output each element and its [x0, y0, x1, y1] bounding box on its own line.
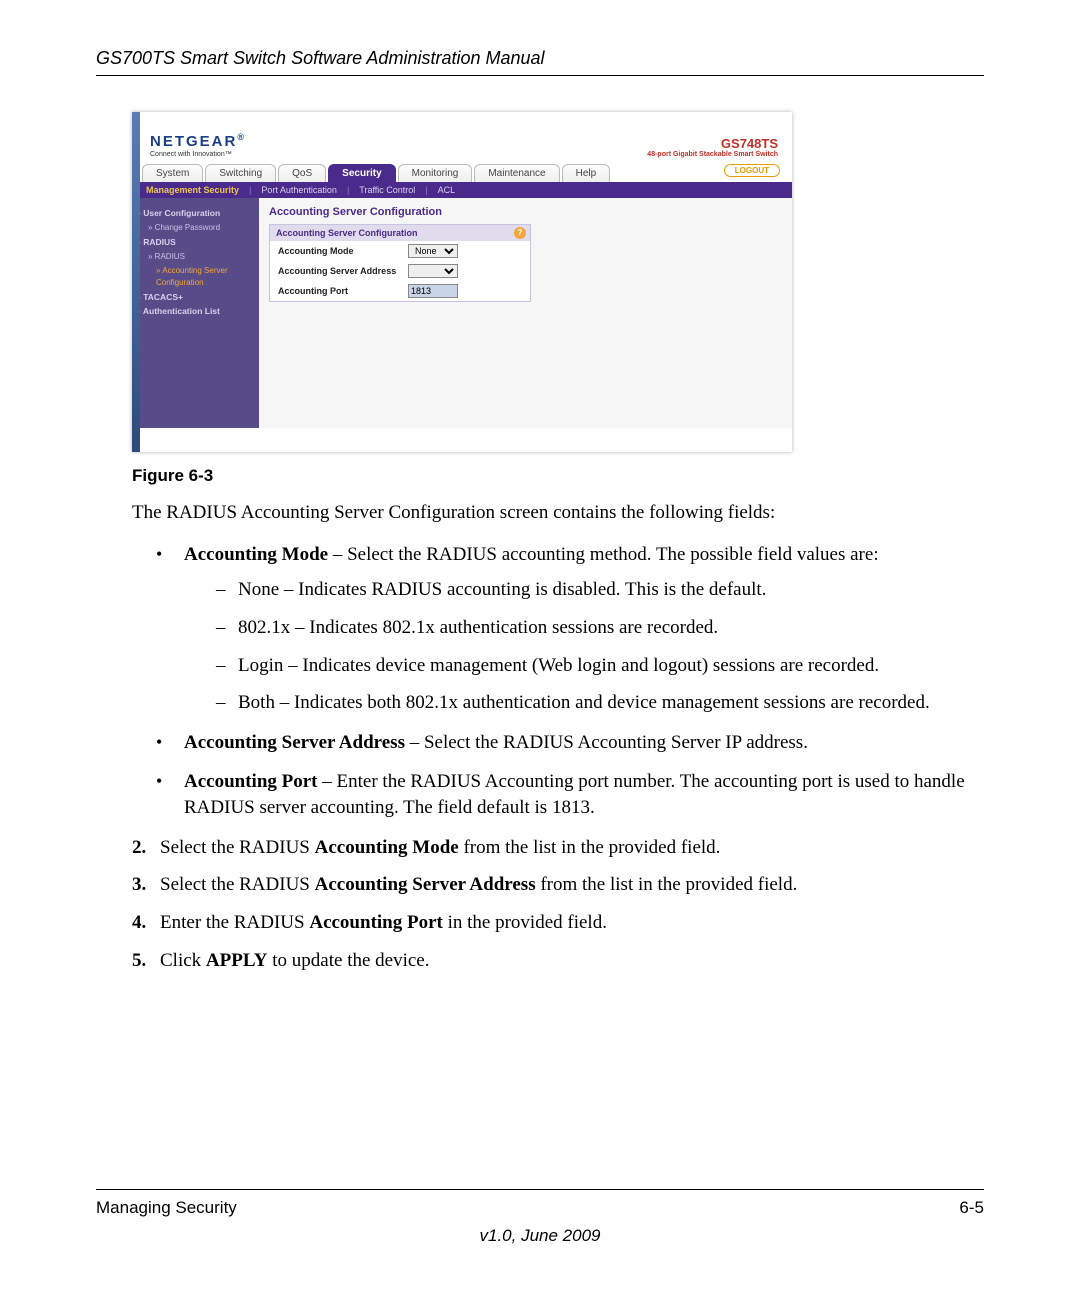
tab-maintenance[interactable]: Maintenance — [474, 164, 559, 182]
subnav-acl[interactable]: ACL — [438, 185, 456, 195]
step-list: 2.Select the RADIUS Accounting Mode from… — [132, 835, 984, 974]
main-tabs: System Switching QoS Security Monitoring… — [132, 164, 792, 182]
sidebar: › User Configuration » Change Password ›… — [132, 198, 259, 428]
step-4: 4.Enter the RADIUS Accounting Port in th… — [132, 910, 984, 936]
sub-8021x: 802.1x – Indicates 802.1x authentication… — [216, 615, 984, 641]
page-footer: Managing Security 6-5 v1.0, June 2009 — [96, 1189, 984, 1246]
footer-section: Managing Security — [96, 1198, 237, 1218]
subnav-mgmt-security[interactable]: Management Security — [146, 185, 239, 195]
sidebar-radius[interactable]: » RADIUS — [138, 250, 253, 264]
step-3: 3.Select the RADIUS Accounting Server Ad… — [132, 872, 984, 898]
intro-paragraph: The RADIUS Accounting Server Configurati… — [132, 500, 984, 526]
subnav-traffic-control[interactable]: Traffic Control — [359, 185, 415, 195]
sidebar-auth-list[interactable]: › Authentication List — [138, 304, 253, 319]
page-header: GS700TS Smart Switch Software Administra… — [96, 48, 984, 76]
panel-header: Accounting Server Configuration ? — [270, 225, 530, 241]
step-2: 2.Select the RADIUS Accounting Mode from… — [132, 835, 984, 861]
footer-page-num: 6-5 — [959, 1198, 984, 1218]
edge-strip — [132, 112, 140, 452]
config-panel: Accounting Server Configuration ? Accoun… — [269, 224, 531, 302]
tab-monitoring[interactable]: Monitoring — [398, 164, 473, 182]
sub-none: None – Indicates RADIUS accounting is di… — [216, 577, 984, 603]
input-accounting-port[interactable] — [408, 284, 458, 298]
sidebar-acct-server-config[interactable]: » Accounting Server Configuration — [138, 264, 253, 290]
sub-login: Login – Indicates device management (Web… — [216, 653, 984, 679]
tab-help[interactable]: Help — [562, 164, 611, 182]
tab-switching[interactable]: Switching — [205, 164, 276, 182]
select-accounting-mode[interactable]: None — [408, 244, 458, 258]
sidebar-radius-root[interactable]: › RADIUS — [138, 235, 253, 250]
field-bullets: Accounting Mode – Select the RADIUS acco… — [156, 542, 984, 821]
label-accounting-mode: Accounting Mode — [278, 246, 408, 256]
model-label: GS748TS 48-port Gigabit Stackable Smart … — [647, 136, 778, 158]
tab-qos[interactable]: QoS — [278, 164, 326, 182]
bullet-accounting-server-address: Accounting Server Address – Select the R… — [156, 730, 984, 756]
select-accounting-server-address[interactable] — [408, 264, 458, 278]
tab-system[interactable]: System — [142, 164, 203, 182]
brand-logo: NETGEAR® Connect with Innovation™ — [150, 133, 246, 158]
help-icon[interactable]: ? — [514, 227, 526, 239]
sidebar-user-config[interactable]: › User Configuration — [138, 206, 253, 221]
label-accounting-port: Accounting Port — [278, 286, 408, 296]
content-title: Accounting Server Configuration — [269, 206, 782, 218]
sidebar-change-password[interactable]: » Change Password — [138, 221, 253, 235]
sidebar-tacacs[interactable]: › TACACS+ — [138, 290, 253, 305]
label-accounting-server-address: Accounting Server Address — [278, 266, 408, 276]
step-5: 5.Click APPLY to update the device. — [132, 948, 984, 974]
subnav-port-auth[interactable]: Port Authentication — [261, 185, 337, 195]
figure-caption: Figure 6-3 — [132, 466, 984, 486]
bullet-accounting-port: Accounting Port – Enter the RADIUS Accou… — [156, 769, 984, 820]
footer-version: v1.0, June 2009 — [96, 1226, 984, 1246]
sub-both: Both – Indicates both 802.1x authenticat… — [216, 690, 984, 716]
app-screenshot: NETGEAR® Connect with Innovation™ GS748T… — [132, 112, 792, 452]
tab-security[interactable]: Security — [328, 164, 395, 182]
logout-button[interactable]: LOGOUT — [724, 164, 780, 177]
sub-nav: Management Security| Port Authentication… — [132, 182, 792, 198]
bullet-accounting-mode: Accounting Mode – Select the RADIUS acco… — [156, 542, 984, 716]
content-pane: Accounting Server Configuration Accounti… — [259, 198, 792, 428]
